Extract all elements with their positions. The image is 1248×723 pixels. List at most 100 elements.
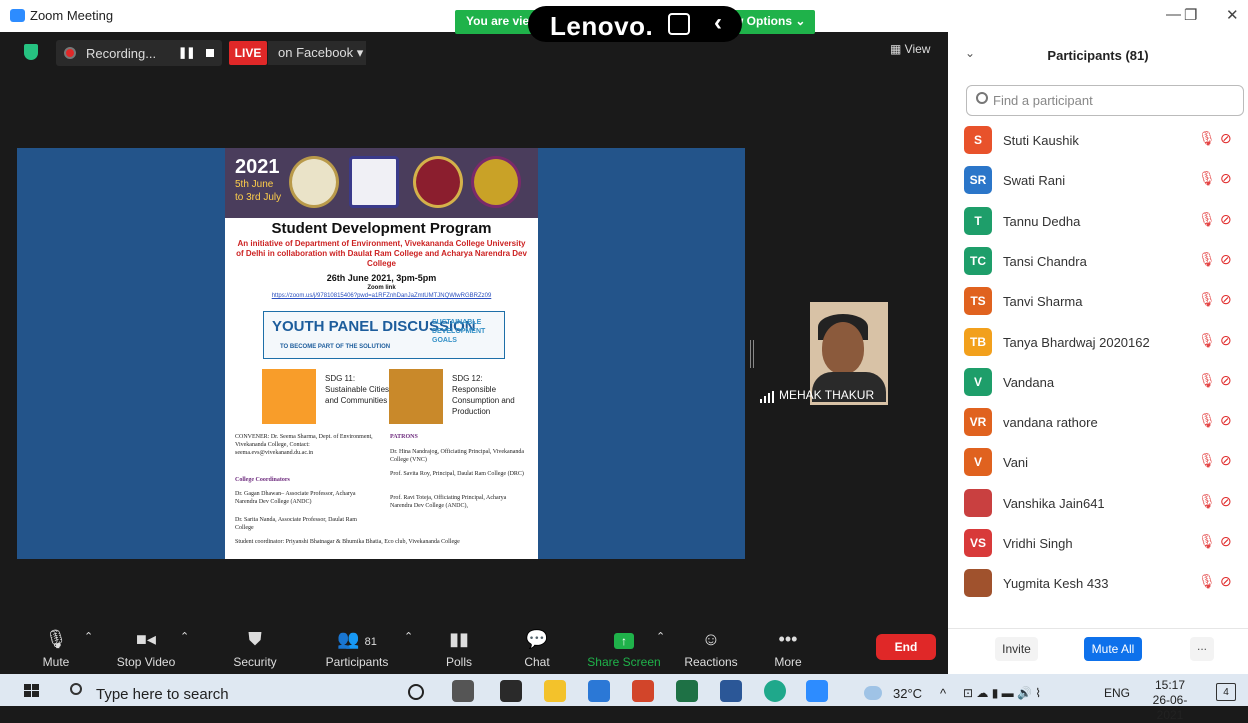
share-options-caret-icon[interactable]: ⌃: [656, 630, 665, 643]
audio-options-caret-icon[interactable]: ⌃: [84, 630, 93, 643]
edge-icon[interactable]: [764, 680, 786, 702]
poster-zoom-link: https://zoom.us/j/97810815406?pwd=a1RFZn…: [271, 293, 492, 299]
weather-icon: [864, 686, 882, 700]
video-off-icon: ⊘: [1220, 291, 1232, 308]
muted-microphone-icon: 🎙: [1198, 170, 1216, 187]
participant-row[interactable]: Vanshika Jain641 🎙 ⊘: [948, 483, 1248, 523]
stop-video-label: Stop Video: [116, 655, 176, 669]
more-label: More: [774, 655, 802, 669]
participant-row[interactable]: Yugmita Kesh 433 🎙 ⊘: [948, 563, 1248, 603]
participant-row[interactable]: TC Tansi Chandra 🎙 ⊘: [948, 241, 1248, 281]
polls-button[interactable]: ▮▮ Polls: [436, 624, 482, 674]
participant-avatar: T: [964, 206, 992, 235]
video-off-icon: ⊘: [1220, 210, 1232, 227]
windows-start-icon[interactable]: [24, 684, 40, 698]
poster-zoom-label: Zoom link: [367, 285, 396, 291]
participant-row[interactable]: SR Swati Rani 🎙 ⊘: [948, 160, 1248, 200]
chat-button[interactable]: 💬 Chat: [516, 624, 558, 674]
stop-recording-button[interactable]: [206, 49, 214, 57]
excel-icon[interactable]: [676, 680, 698, 702]
participant-name: Tanya Bhardwaj 2020162: [1003, 334, 1150, 350]
sdg12-icon: [389, 369, 443, 424]
live-stream-target-dropdown[interactable]: on Facebook ▾: [268, 41, 366, 65]
view-options-dropdown[interactable]: w Options ⌄: [734, 14, 805, 28]
file-explorer-icon[interactable]: [544, 680, 566, 702]
poster-student-coordinator: Student coordinator: Priyanshi Bhatnagar…: [235, 539, 460, 545]
poster-patron-1: Dr. Hina Nandrajog, Officiating Principa…: [390, 449, 525, 463]
poster-patron-3: Prof. Ravi Toteja, Officiating Principal…: [390, 495, 507, 509]
word-icon[interactable]: [720, 680, 742, 702]
participant-row[interactable]: VS Vridhi Singh 🎙 ⊘: [948, 523, 1248, 563]
more-button[interactable]: ••• More: [766, 624, 810, 674]
poster-coordinators-heading: College Coordinators: [235, 477, 290, 483]
poster-dates: 5th June to 3rd July: [235, 178, 281, 204]
system-tray-icons[interactable]: ⊡ ☁ ▮ ▬ 🔊 ⌇: [963, 686, 1041, 700]
participant-row[interactable]: S Stuti Kaushik 🎙 ⊘: [948, 120, 1248, 160]
security-shield-icon: ⛊: [248, 629, 262, 649]
mail-icon[interactable]: [588, 680, 610, 702]
panel-more-button[interactable]: ...: [1190, 637, 1214, 661]
show-hidden-icons-icon[interactable]: ^: [940, 686, 946, 701]
powerpoint-icon[interactable]: [632, 680, 654, 702]
taskbar-search-input[interactable]: Type here to search: [96, 686, 229, 703]
end-meeting-button[interactable]: End: [876, 634, 936, 660]
muted-microphone-icon: 🎙: [1198, 210, 1216, 227]
participants-button[interactable]: 👥 81 Participants: [318, 624, 396, 674]
college-seal-icon: [289, 156, 339, 208]
participant-row[interactable]: VR vandana rathore 🎙 ⊘: [948, 402, 1248, 442]
temperature[interactable]: 32°C: [893, 686, 922, 701]
participant-name: Swati Rani: [1003, 173, 1066, 189]
stop-video-button[interactable]: ■◂ Stop Video: [110, 624, 182, 674]
participant-row[interactable]: T Tannu Dedha 🎙 ⊘: [948, 201, 1248, 241]
pause-recording-button[interactable]: ❚❚: [178, 46, 195, 59]
maximize-button[interactable]: ❐: [1184, 6, 1197, 24]
video-options-caret-icon[interactable]: ⌃: [180, 630, 189, 643]
reactions-button[interactable]: ☺ Reactions: [680, 624, 742, 674]
share-notice-text: You are vie: [466, 14, 530, 28]
more-dots-icon: •••: [778, 629, 798, 649]
clock-time: 15:17: [1154, 678, 1186, 692]
minimize-button[interactable]: —: [1166, 6, 1181, 23]
close-button[interactable]: ✕: [1226, 6, 1239, 24]
reactions-smiley-icon: ☺: [701, 629, 721, 649]
reactions-label: Reactions: [684, 655, 738, 669]
task-view-icon[interactable]: [452, 680, 474, 702]
participant-video-name: MEHAK THAKUR: [779, 388, 875, 402]
video-off-icon: ⊘: [1220, 331, 1232, 348]
poster-coordinator-2: Dr. Sarita Nanda, Associate Professor, D…: [235, 517, 357, 531]
zoom-taskbar-icon[interactable]: [806, 680, 828, 702]
split-view-handle[interactable]: [750, 340, 754, 368]
poster-patron-2: Prof. Savita Roy, Principal, Daulat Ram …: [390, 471, 524, 477]
mute-all-button[interactable]: Mute All: [1084, 637, 1142, 661]
mute-button[interactable]: 🎙 Mute: [30, 624, 82, 674]
share-screen-button[interactable]: ↑ Share Screen: [586, 624, 662, 674]
poster-year: 2021: [235, 156, 280, 178]
encryption-shield-icon[interactable]: [24, 44, 38, 60]
taskbar-clock[interactable]: 15:17 26-06-2021: [1140, 678, 1200, 723]
store-icon[interactable]: [500, 680, 522, 702]
participant-row[interactable]: TB Tanya Bhardwaj 2020162 🎙 ⊘: [948, 322, 1248, 362]
cortana-icon[interactable]: [408, 684, 424, 700]
notifications-icon[interactable]: 4: [1216, 683, 1236, 701]
participant-row[interactable]: V Vani 🎙 ⊘: [948, 442, 1248, 482]
participant-name: Stuti Kaushik: [1003, 133, 1079, 148]
invite-button[interactable]: Invite: [995, 637, 1038, 661]
security-button[interactable]: ⛊ Security: [225, 624, 285, 674]
participant-row[interactable]: TS Tanvi Sharma 🎙 ⊘: [948, 281, 1248, 321]
participant-name: Tansi Chandra: [1003, 253, 1087, 269]
lenovo-control-icon[interactable]: [668, 13, 690, 35]
participants-options-caret-icon[interactable]: ⌃: [404, 630, 413, 643]
poster-title: Student Development Program: [271, 220, 492, 237]
participant-avatar: S: [964, 126, 992, 154]
participant-name: Yugmita Kesh 433: [1003, 576, 1109, 592]
view-button[interactable]: ▦ View: [890, 42, 930, 56]
participant-name: vandana rathore: [1003, 415, 1098, 431]
participant-row[interactable]: V Vandana 🎙 ⊘: [948, 362, 1248, 402]
view-label: View: [904, 42, 931, 56]
sdg11-icon: [262, 369, 316, 424]
sdg-logo: SUSTAINABLE DEVELOPMENT GOALS: [432, 319, 486, 344]
share-screen-label: Share Screen: [587, 655, 661, 669]
share-screen-icon: ↑: [586, 628, 662, 650]
collapse-arrow-icon[interactable]: ‹: [714, 9, 722, 37]
input-language[interactable]: ENG: [1104, 686, 1130, 700]
